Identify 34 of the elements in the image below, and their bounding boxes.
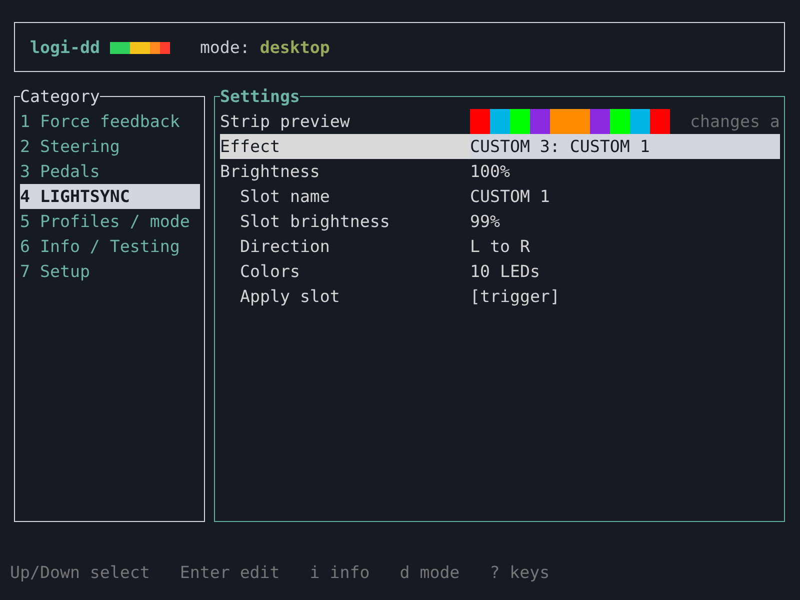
app-title: logi-dd — [30, 36, 100, 58]
hint-text: changes a — [690, 111, 780, 133]
category-item[interactable]: 2 Steering — [20, 134, 200, 159]
setting-label[interactable]: Apply slot — [220, 284, 470, 309]
setting-label[interactable]: Slot name — [220, 184, 470, 209]
setting-value: CUSTOM 1 — [470, 186, 551, 208]
key-hint: i info — [310, 562, 370, 584]
setting-label[interactable]: Effect — [220, 134, 470, 159]
key-hint: d mode — [400, 562, 460, 584]
setting-label[interactable]: Strip preview — [220, 109, 470, 134]
category-item[interactable]: 6 Info / Testing — [20, 234, 200, 259]
setting-value: L to R — [470, 236, 531, 258]
key-hint: Enter edit — [180, 562, 280, 584]
setting-value: 99% — [470, 211, 501, 233]
category-item[interactable]: 7 Setup — [20, 259, 200, 284]
category-item[interactable]: 5 Profiles / mode — [20, 209, 200, 234]
setting-value: CUSTOM 3: CUSTOM 1 — [470, 134, 780, 159]
setting-value: [trigger] — [470, 286, 561, 308]
key-hint: Up/Down select — [10, 562, 150, 584]
mode-value: desktop — [260, 36, 330, 58]
key-hint: ? keys — [490, 562, 550, 584]
category-item[interactable]: 3 Pedals — [20, 159, 200, 184]
setting-label[interactable]: Brightness — [220, 159, 470, 184]
mode-label: mode: — [200, 36, 250, 58]
color-bar-icon — [110, 42, 170, 54]
category-item[interactable]: 4 LIGHTSYNC — [20, 184, 200, 209]
setting-label[interactable]: Slot brightness — [220, 209, 470, 234]
setting-label[interactable]: Colors — [220, 259, 470, 284]
category-item[interactable]: 1 Force feedback — [20, 109, 200, 134]
setting-value: 100% — [470, 161, 511, 183]
setting-value: 10 LEDs — [470, 261, 541, 283]
setting-label[interactable]: Direction — [220, 234, 470, 259]
panel-title: Settings — [220, 86, 300, 108]
panel-title: Category — [20, 86, 100, 108]
